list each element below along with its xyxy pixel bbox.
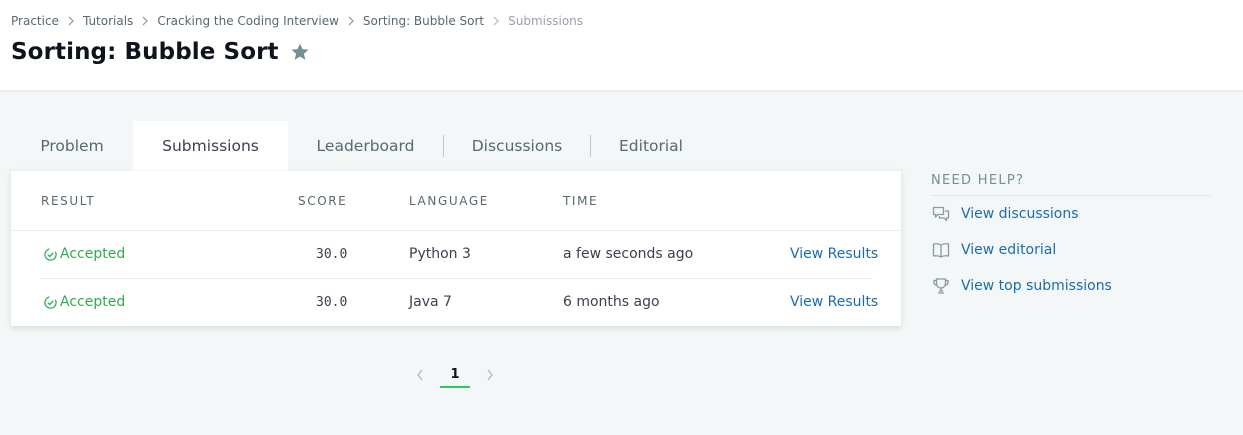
table-row: Accepted 30.0 Java 7 6 months ago View R… <box>11 279 901 327</box>
pagination: 1 <box>408 360 502 390</box>
trophy-icon <box>933 278 949 294</box>
tab-bar: Problem Submissions Leaderboard Discussi… <box>11 121 711 171</box>
header-score: SCORE <box>298 194 348 208</box>
breadcrumb-cracking-the-coding-interview[interactable]: Cracking the Coding Interview <box>157 14 339 28</box>
result-status: Accepted <box>43 294 125 310</box>
chevron-left-icon[interactable] <box>408 363 432 387</box>
result-label: Accepted <box>60 246 126 262</box>
chevron-right-icon <box>344 13 358 29</box>
chevron-right-icon <box>489 13 503 29</box>
title-row: Sorting: Bubble Sort <box>11 36 311 68</box>
check-circle-icon <box>44 295 57 309</box>
help-title: NEED HELP? <box>931 173 1211 196</box>
breadcrumb-current: Submissions <box>508 14 584 28</box>
table-row: Accepted 30.0 Python 3 a few seconds ago… <box>11 231 901 279</box>
help-panel: NEED HELP? View discussions View editori… <box>931 173 1211 304</box>
discussions-icon <box>932 206 950 222</box>
result-label: Accepted <box>60 294 126 310</box>
language-value: Python 3 <box>409 246 471 262</box>
time-value: a few seconds ago <box>563 246 694 262</box>
check-circle-icon <box>44 247 57 261</box>
breadcrumb-sorting-bubble-sort[interactable]: Sorting: Bubble Sort <box>363 14 484 28</box>
result-status: Accepted <box>43 246 125 262</box>
tab-leaderboard[interactable]: Leaderboard <box>288 121 443 171</box>
help-item-label: View top submissions <box>961 278 1112 294</box>
star-icon[interactable] <box>289 41 311 63</box>
breadcrumb-tutorials[interactable]: Tutorials <box>83 14 133 28</box>
view-top-submissions-link[interactable]: View top submissions <box>931 268 1211 304</box>
breadcrumb-practice[interactable]: Practice <box>11 14 59 28</box>
view-results-link[interactable]: View Results <box>790 294 878 310</box>
chevron-right-icon <box>138 13 152 29</box>
score-value: 30.0 <box>316 295 348 310</box>
view-editorial-link[interactable]: View editorial <box>931 232 1211 268</box>
tab-discussions[interactable]: Discussions <box>444 121 590 171</box>
page-title: Sorting: Bubble Sort <box>11 39 279 65</box>
header-language: LANGUAGE <box>409 194 489 208</box>
chevron-right-icon <box>64 13 78 29</box>
submissions-table: RESULT SCORE LANGUAGE TIME Accepted 30.0… <box>11 171 901 326</box>
header-time: TIME <box>563 194 599 208</box>
header-result: RESULT <box>41 194 96 208</box>
chevron-right-icon[interactable] <box>478 363 502 387</box>
help-item-label: View editorial <box>961 242 1057 258</box>
language-value: Java 7 <box>409 294 452 310</box>
view-discussions-link[interactable]: View discussions <box>931 196 1211 232</box>
tab-problem[interactable]: Problem <box>11 121 133 171</box>
help-item-label: View discussions <box>961 206 1079 222</box>
page-header: Practice Tutorials Cracking the Coding I… <box>0 0 1243 91</box>
breadcrumb: Practice Tutorials Cracking the Coding I… <box>11 13 583 29</box>
tab-submissions[interactable]: Submissions <box>133 121 288 171</box>
time-value: 6 months ago <box>563 294 660 310</box>
tab-editorial[interactable]: Editorial <box>591 121 711 171</box>
score-value: 30.0 <box>316 247 348 262</box>
page-number-current[interactable]: 1 <box>440 362 470 388</box>
view-results-link[interactable]: View Results <box>790 246 878 262</box>
book-icon <box>932 243 950 258</box>
